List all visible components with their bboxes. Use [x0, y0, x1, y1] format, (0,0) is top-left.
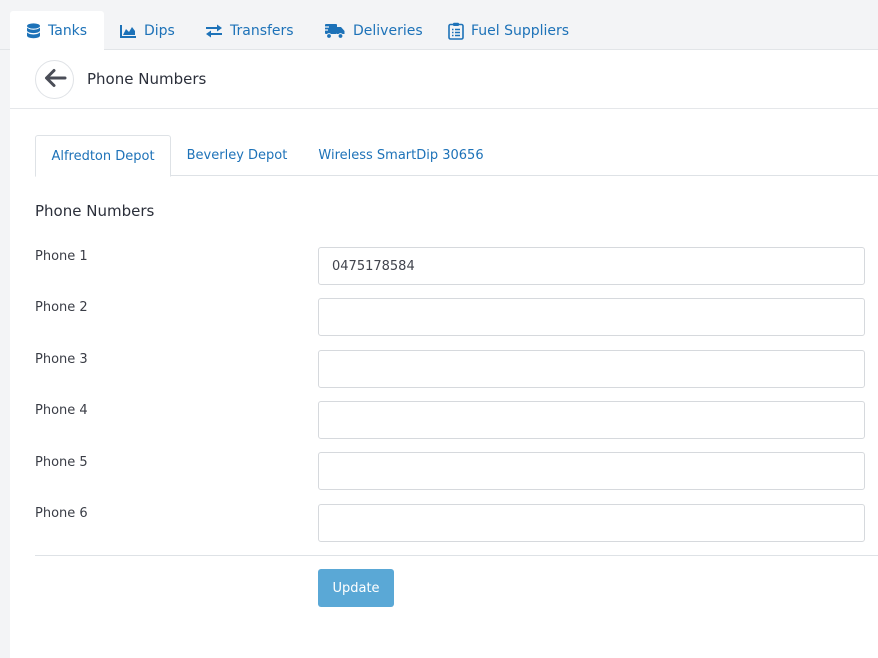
nav-item-label: Dips — [144, 22, 175, 39]
top-navigation: Tanks Dips Transfers Deliveries Fuel Sup… — [0, 0, 878, 51]
phone-6-label: Phone 6 — [35, 506, 88, 521]
page-title: Phone Numbers — [87, 70, 207, 88]
content-panel: Phone Numbers Alfredton Depot Beverley D… — [10, 50, 878, 658]
nav-item-tanks[interactable]: Tanks — [10, 11, 104, 51]
nav-item-fuel-suppliers[interactable]: Fuel Suppliers — [448, 11, 569, 50]
nav-item-dips[interactable]: Dips — [120, 11, 175, 50]
nav-item-label: Transfers — [230, 22, 294, 39]
phone-1-label: Phone 1 — [35, 249, 88, 264]
exchange-arrows-icon — [205, 24, 223, 38]
form-divider — [35, 555, 878, 556]
phone-3-label: Phone 3 — [35, 352, 88, 367]
depot-tabs: Alfredton Depot Beverley Depot Wireless … — [35, 135, 878, 177]
database-icon — [26, 23, 41, 39]
section-title: Phone Numbers — [35, 202, 155, 220]
area-chart-icon — [120, 24, 137, 38]
nav-item-label: Tanks — [48, 23, 88, 39]
phone-3-input[interactable] — [318, 350, 865, 388]
phone-6-input[interactable] — [318, 504, 865, 542]
page-header: Phone Numbers — [10, 50, 878, 109]
nav-item-label: Deliveries — [353, 22, 423, 39]
phone-1-input[interactable] — [318, 247, 865, 285]
update-button[interactable]: Update — [318, 569, 394, 607]
nav-item-deliveries[interactable]: Deliveries — [324, 11, 423, 50]
phone-5-label: Phone 5 — [35, 455, 88, 470]
truck-icon — [324, 23, 346, 39]
phone-4-input[interactable] — [318, 401, 865, 439]
nav-item-transfers[interactable]: Transfers — [205, 11, 294, 50]
phone-4-label: Phone 4 — [35, 403, 88, 418]
arrow-left-icon — [43, 68, 67, 92]
tab-beverley-depot[interactable]: Beverley Depot — [171, 135, 303, 176]
phone-2-label: Phone 2 — [35, 300, 88, 315]
tab-wireless-smartdip[interactable]: Wireless SmartDip 30656 — [303, 135, 499, 176]
nav-item-label: Fuel Suppliers — [471, 22, 570, 39]
phone-2-input[interactable] — [318, 298, 865, 336]
back-button[interactable] — [35, 60, 74, 99]
clipboard-list-icon — [448, 22, 464, 40]
tab-alfredton-depot[interactable]: Alfredton Depot — [35, 135, 171, 177]
phone-5-input[interactable] — [318, 452, 865, 490]
